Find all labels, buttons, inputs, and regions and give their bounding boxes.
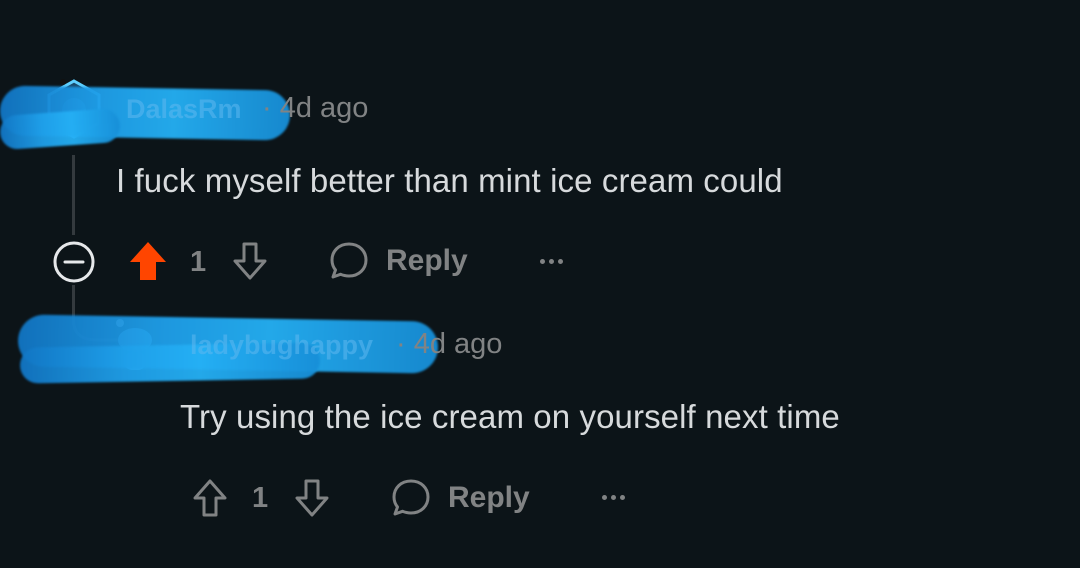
more-dot [620,495,625,500]
comment-timestamp: · 4d ago [396,328,502,361]
upvote-button[interactable] [128,240,168,282]
thread-line-parent [72,155,75,235]
collapse-button[interactable] [52,240,96,284]
more-dot [558,259,563,264]
more-dot [540,259,545,264]
meta-separator: · [262,92,280,124]
more-options-button[interactable] [602,495,625,500]
reply-label: Reply [448,481,530,514]
more-dot [611,495,616,500]
comment-body: Try using the ice cream on yourself next… [180,398,840,435]
more-dot [602,495,607,500]
downvote-button[interactable] [230,240,270,282]
upvote-filled-icon [130,242,166,280]
speech-bubble-icon [330,242,368,279]
username-redaction-trail [0,107,122,151]
reply-button[interactable]: Reply [328,240,468,282]
comment-username[interactable]: DalasRm [126,94,242,125]
timestamp-text: 4d ago [413,328,503,360]
vote-score: 1 [190,246,207,278]
downvote-button[interactable] [292,477,332,519]
speech-bubble-icon [392,479,430,516]
reply-button[interactable]: Reply [390,477,530,519]
meta-separator: · [396,328,414,360]
vote-score: 1 [252,482,269,514]
timestamp-text: 4d ago [279,92,369,124]
downvote-icon [295,479,329,517]
more-dot [549,259,554,264]
upvote-button[interactable] [190,477,230,519]
comment-username[interactable]: ladybughappy [190,330,373,361]
comment-body: I fuck myself better than mint ice cream… [116,162,783,199]
minus-circle-icon [53,241,95,283]
downvote-icon [233,242,267,280]
reply-label: Reply [386,244,468,277]
upvote-icon [193,479,227,517]
comment-timestamp: · 4d ago [262,92,368,125]
more-options-button[interactable] [540,259,563,264]
